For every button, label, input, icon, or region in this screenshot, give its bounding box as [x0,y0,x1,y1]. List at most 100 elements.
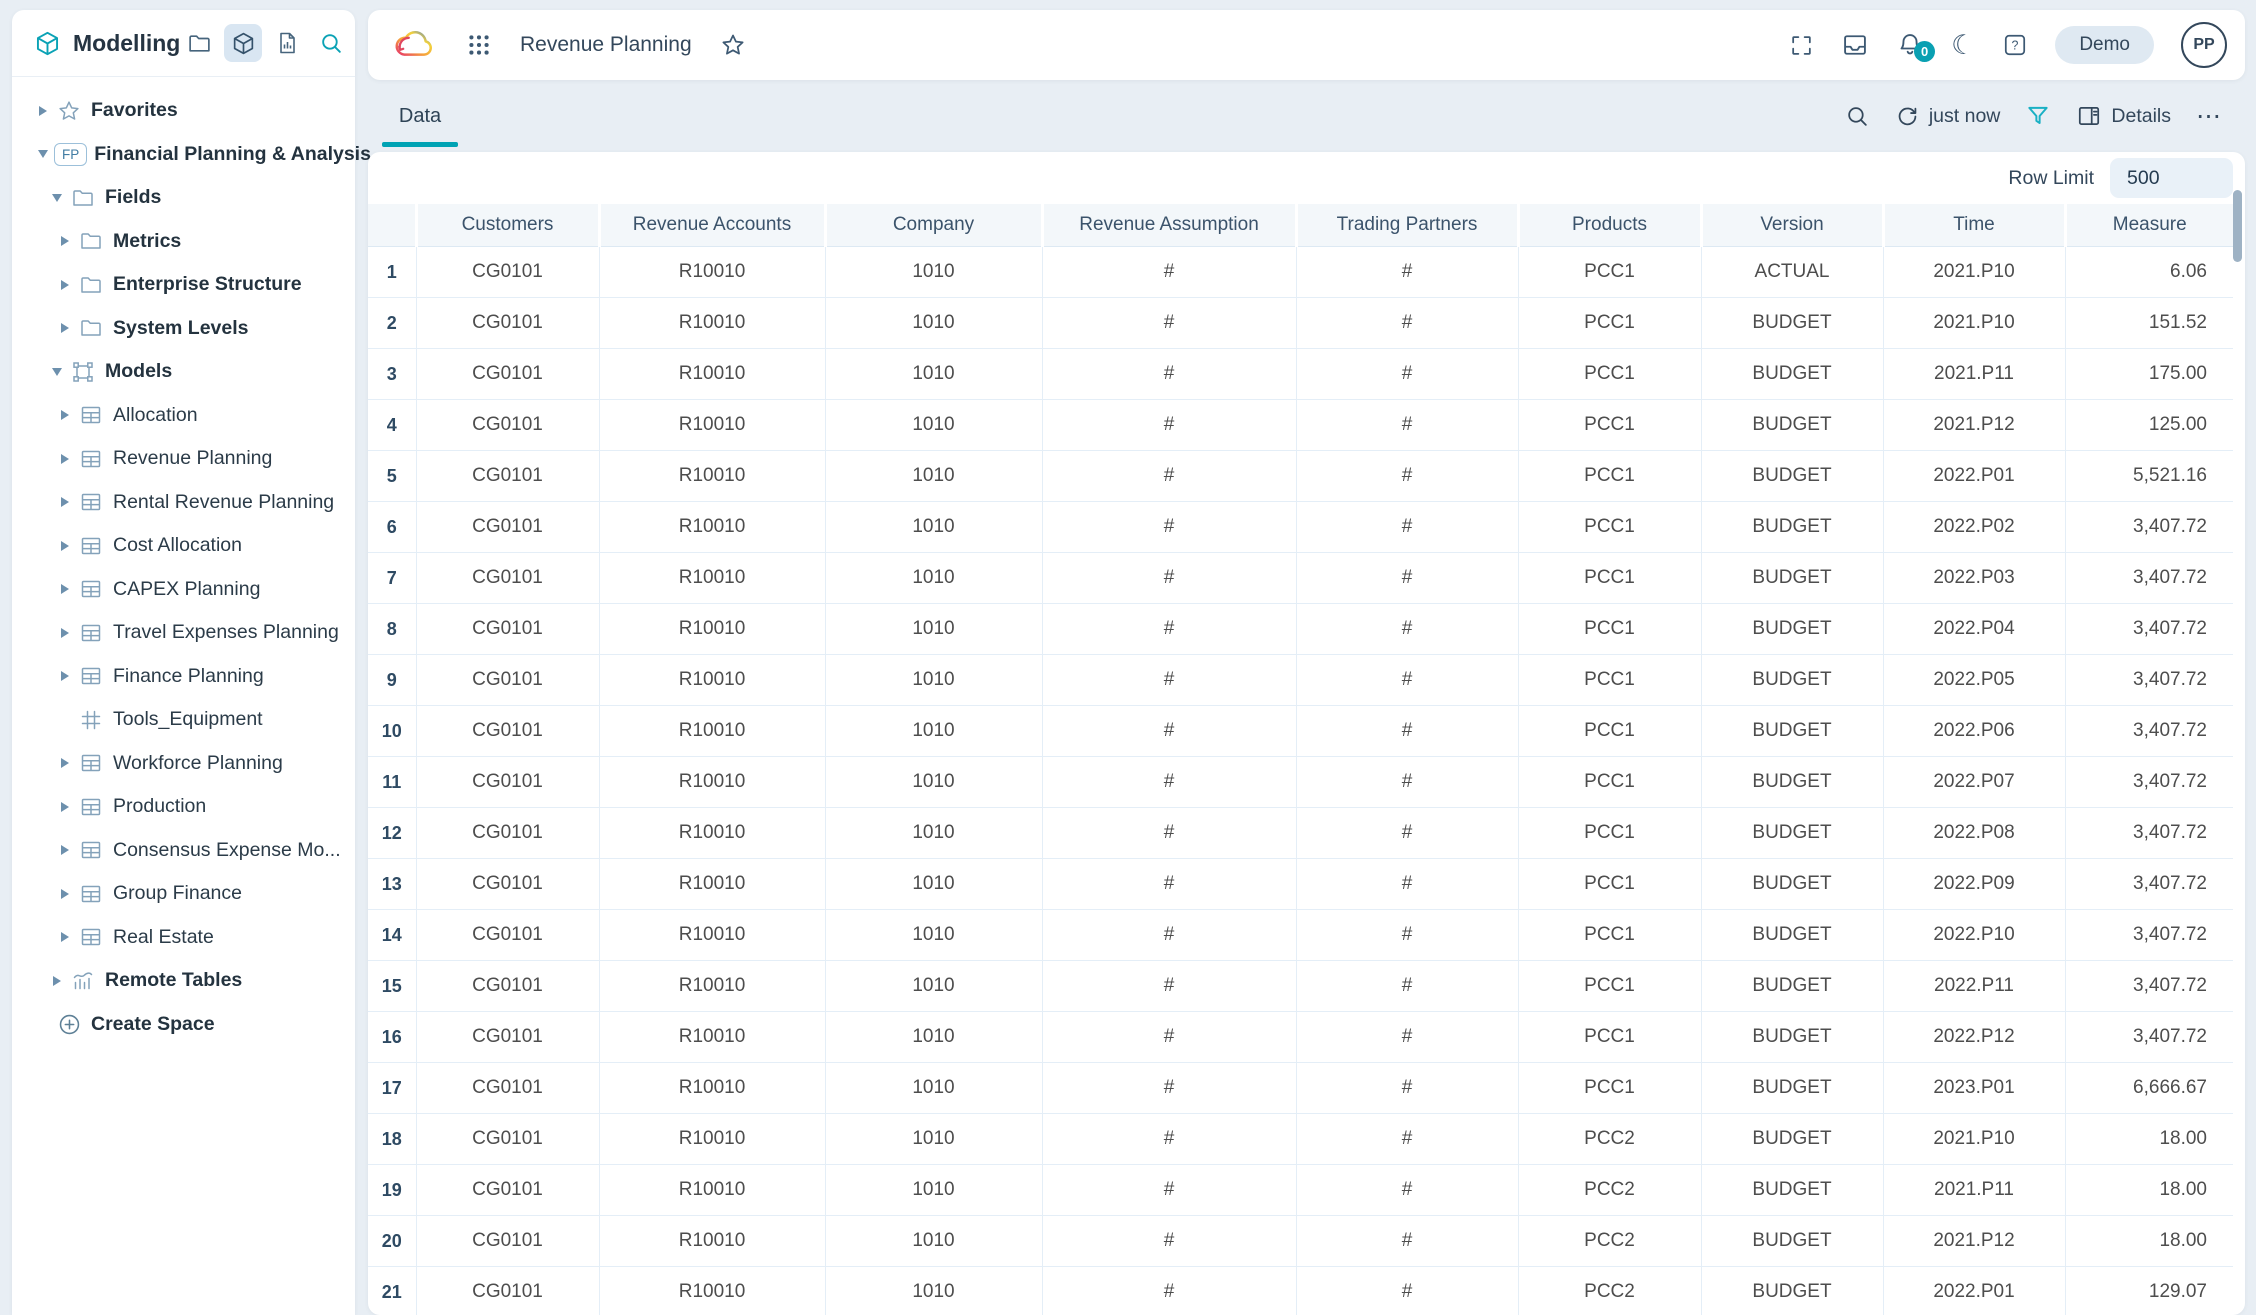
sidebar-item-revenue-planning[interactable]: Revenue Planning [12,437,355,481]
notification-badge: 0 [1914,41,1935,62]
filter-icon[interactable] [2025,103,2051,129]
table-cell: CG0101 [416,247,599,298]
table-cell: 1010 [825,910,1042,961]
table-cell: 3,407.72 [2065,502,2233,553]
chevron-right-icon[interactable] [54,584,76,594]
chevron-right-icon[interactable] [46,976,68,986]
sidebar-item-real-estate[interactable]: Real Estate [12,916,355,960]
refresh-control[interactable]: just now [1895,104,2001,129]
apps-grid-icon[interactable] [466,32,492,58]
table-cell: 1010 [825,706,1042,757]
chevron-right-icon[interactable] [54,889,76,899]
table-row: 17CG0101R100101010##PCC1BUDGET2023.P016,… [368,1063,2233,1114]
chevron-right-icon[interactable] [32,106,54,116]
sidebar-item-consensus-expense-mo[interactable]: Consensus Expense Mo... [12,829,355,873]
chevron-right-icon[interactable] [54,454,76,464]
chevron-down-icon[interactable] [46,368,68,376]
table-cell: CG0101 [416,451,599,502]
help-icon[interactable]: ? [2002,32,2028,58]
avatar[interactable]: PP [2181,22,2227,68]
chevron-right-icon[interactable] [54,671,76,681]
refresh-status: just now [1929,105,2001,128]
dark-mode-icon[interactable]: ☾ [1951,32,1975,59]
sidebar-item-workforce-planning[interactable]: Workforce Planning [12,742,355,786]
sidebar-item-remote-tables[interactable]: Remote Tables [12,959,355,1003]
chevron-down-icon[interactable] [32,150,54,158]
sidebar-item-group-finance[interactable]: Group Finance [12,872,355,916]
sidebar-item-travel-expenses-planning[interactable]: Travel Expenses Planning [12,611,355,655]
sidebar-item-production[interactable]: Production [12,785,355,829]
sidebar-item-finance-planning[interactable]: Finance Planning [12,655,355,699]
folder-icon[interactable] [180,24,218,62]
environment-badge[interactable]: Demo [2055,26,2154,64]
table-cell: BUDGET [1701,502,1883,553]
column-header[interactable]: Version [1701,204,1883,247]
chevron-right-icon[interactable] [54,845,76,855]
chevron-right-icon[interactable] [54,236,76,246]
table-cell: CG0101 [416,502,599,553]
table-cell: CG0101 [416,655,599,706]
sidebar-item-create-space[interactable]: Create Space [12,1003,355,1047]
chevron-right-icon[interactable] [54,280,76,290]
search-icon[interactable] [1845,104,1870,129]
row-number: 3 [368,349,416,400]
table-cell: PCC1 [1518,553,1701,604]
sidebar-item-tools-equipment[interactable]: Tools_Equipment [12,698,355,742]
sidebar-item-metrics[interactable]: Metrics [12,220,355,264]
bell-icon[interactable]: 0 [1896,31,1924,59]
row-limit-input[interactable]: 500 [2110,158,2233,198]
sidebar-item-allocation[interactable]: Allocation [12,394,355,438]
chevron-right-icon[interactable] [54,410,76,420]
chevron-right-icon[interactable] [54,497,76,507]
table-cell: CG0101 [416,1165,599,1216]
table-cell: # [1042,349,1296,400]
svg-text:?: ? [2012,39,2019,53]
column-header[interactable]: Customers [416,204,599,247]
chevron-right-icon[interactable] [54,541,76,551]
table-cell: # [1296,400,1518,451]
vertical-scrollbar[interactable] [2233,190,2242,262]
chevron-down-icon[interactable] [46,194,68,202]
tab-data[interactable]: Data [382,80,458,152]
column-header[interactable]: Time [1883,204,2065,247]
details-control[interactable]: Details [2076,103,2171,129]
chevron-right-icon[interactable] [54,802,76,812]
sidebar-item-label: Workforce Planning [113,752,283,775]
sidebar-item-system-levels[interactable]: System Levels [12,307,355,351]
search-icon[interactable] [312,24,350,62]
cube-icon[interactable] [224,24,262,62]
sidebar-item-models[interactable]: Models [12,350,355,394]
chevron-right-icon[interactable] [54,932,76,942]
column-header[interactable]: Revenue Assumption [1042,204,1296,247]
sidebar-item-fields[interactable]: Fields [12,176,355,220]
sidebar-item-favorites[interactable]: Favorites [12,89,355,133]
sidebar-item-capex-planning[interactable]: CAPEX Planning [12,568,355,612]
sidebar-item-label: System Levels [113,317,249,340]
favorite-star-icon[interactable] [720,32,746,58]
sidebar-item-enterprise-structure[interactable]: Enterprise Structure [12,263,355,307]
column-header[interactable]: Products [1518,204,1701,247]
chevron-right-icon[interactable] [54,323,76,333]
column-header[interactable]: Measure [2065,204,2233,247]
report-icon[interactable] [268,24,306,62]
column-header[interactable]: Trading Partners [1296,204,1518,247]
table-cell: # [1296,349,1518,400]
table-header-row: Customers Revenue Accounts Company Reven… [368,204,2233,247]
inbox-icon[interactable] [1841,31,1869,59]
folder-icon [76,316,106,340]
sidebar-item-rental-revenue-planning[interactable]: Rental Revenue Planning [12,481,355,525]
data-panel: Row Limit 500 Customers Revenue Accounts… [368,152,2245,1315]
table-cell: BUDGET [1701,400,1883,451]
column-header[interactable]: Company [825,204,1042,247]
sidebar-item-financial-planning-analysis[interactable]: FPFinancial Planning & Analysis [12,133,355,177]
more-icon[interactable]: ⋯ [2196,101,2223,131]
table-cell: CG0101 [416,1216,599,1267]
sidebar-item-cost-allocation[interactable]: Cost Allocation [12,524,355,568]
fullscreen-icon[interactable] [1789,33,1814,58]
table-cell: CG0101 [416,808,599,859]
table-cell: # [1296,553,1518,604]
column-header[interactable]: Revenue Accounts [599,204,825,247]
chevron-right-icon[interactable] [54,628,76,638]
table-cell: 1010 [825,859,1042,910]
chevron-right-icon[interactable] [54,758,76,768]
